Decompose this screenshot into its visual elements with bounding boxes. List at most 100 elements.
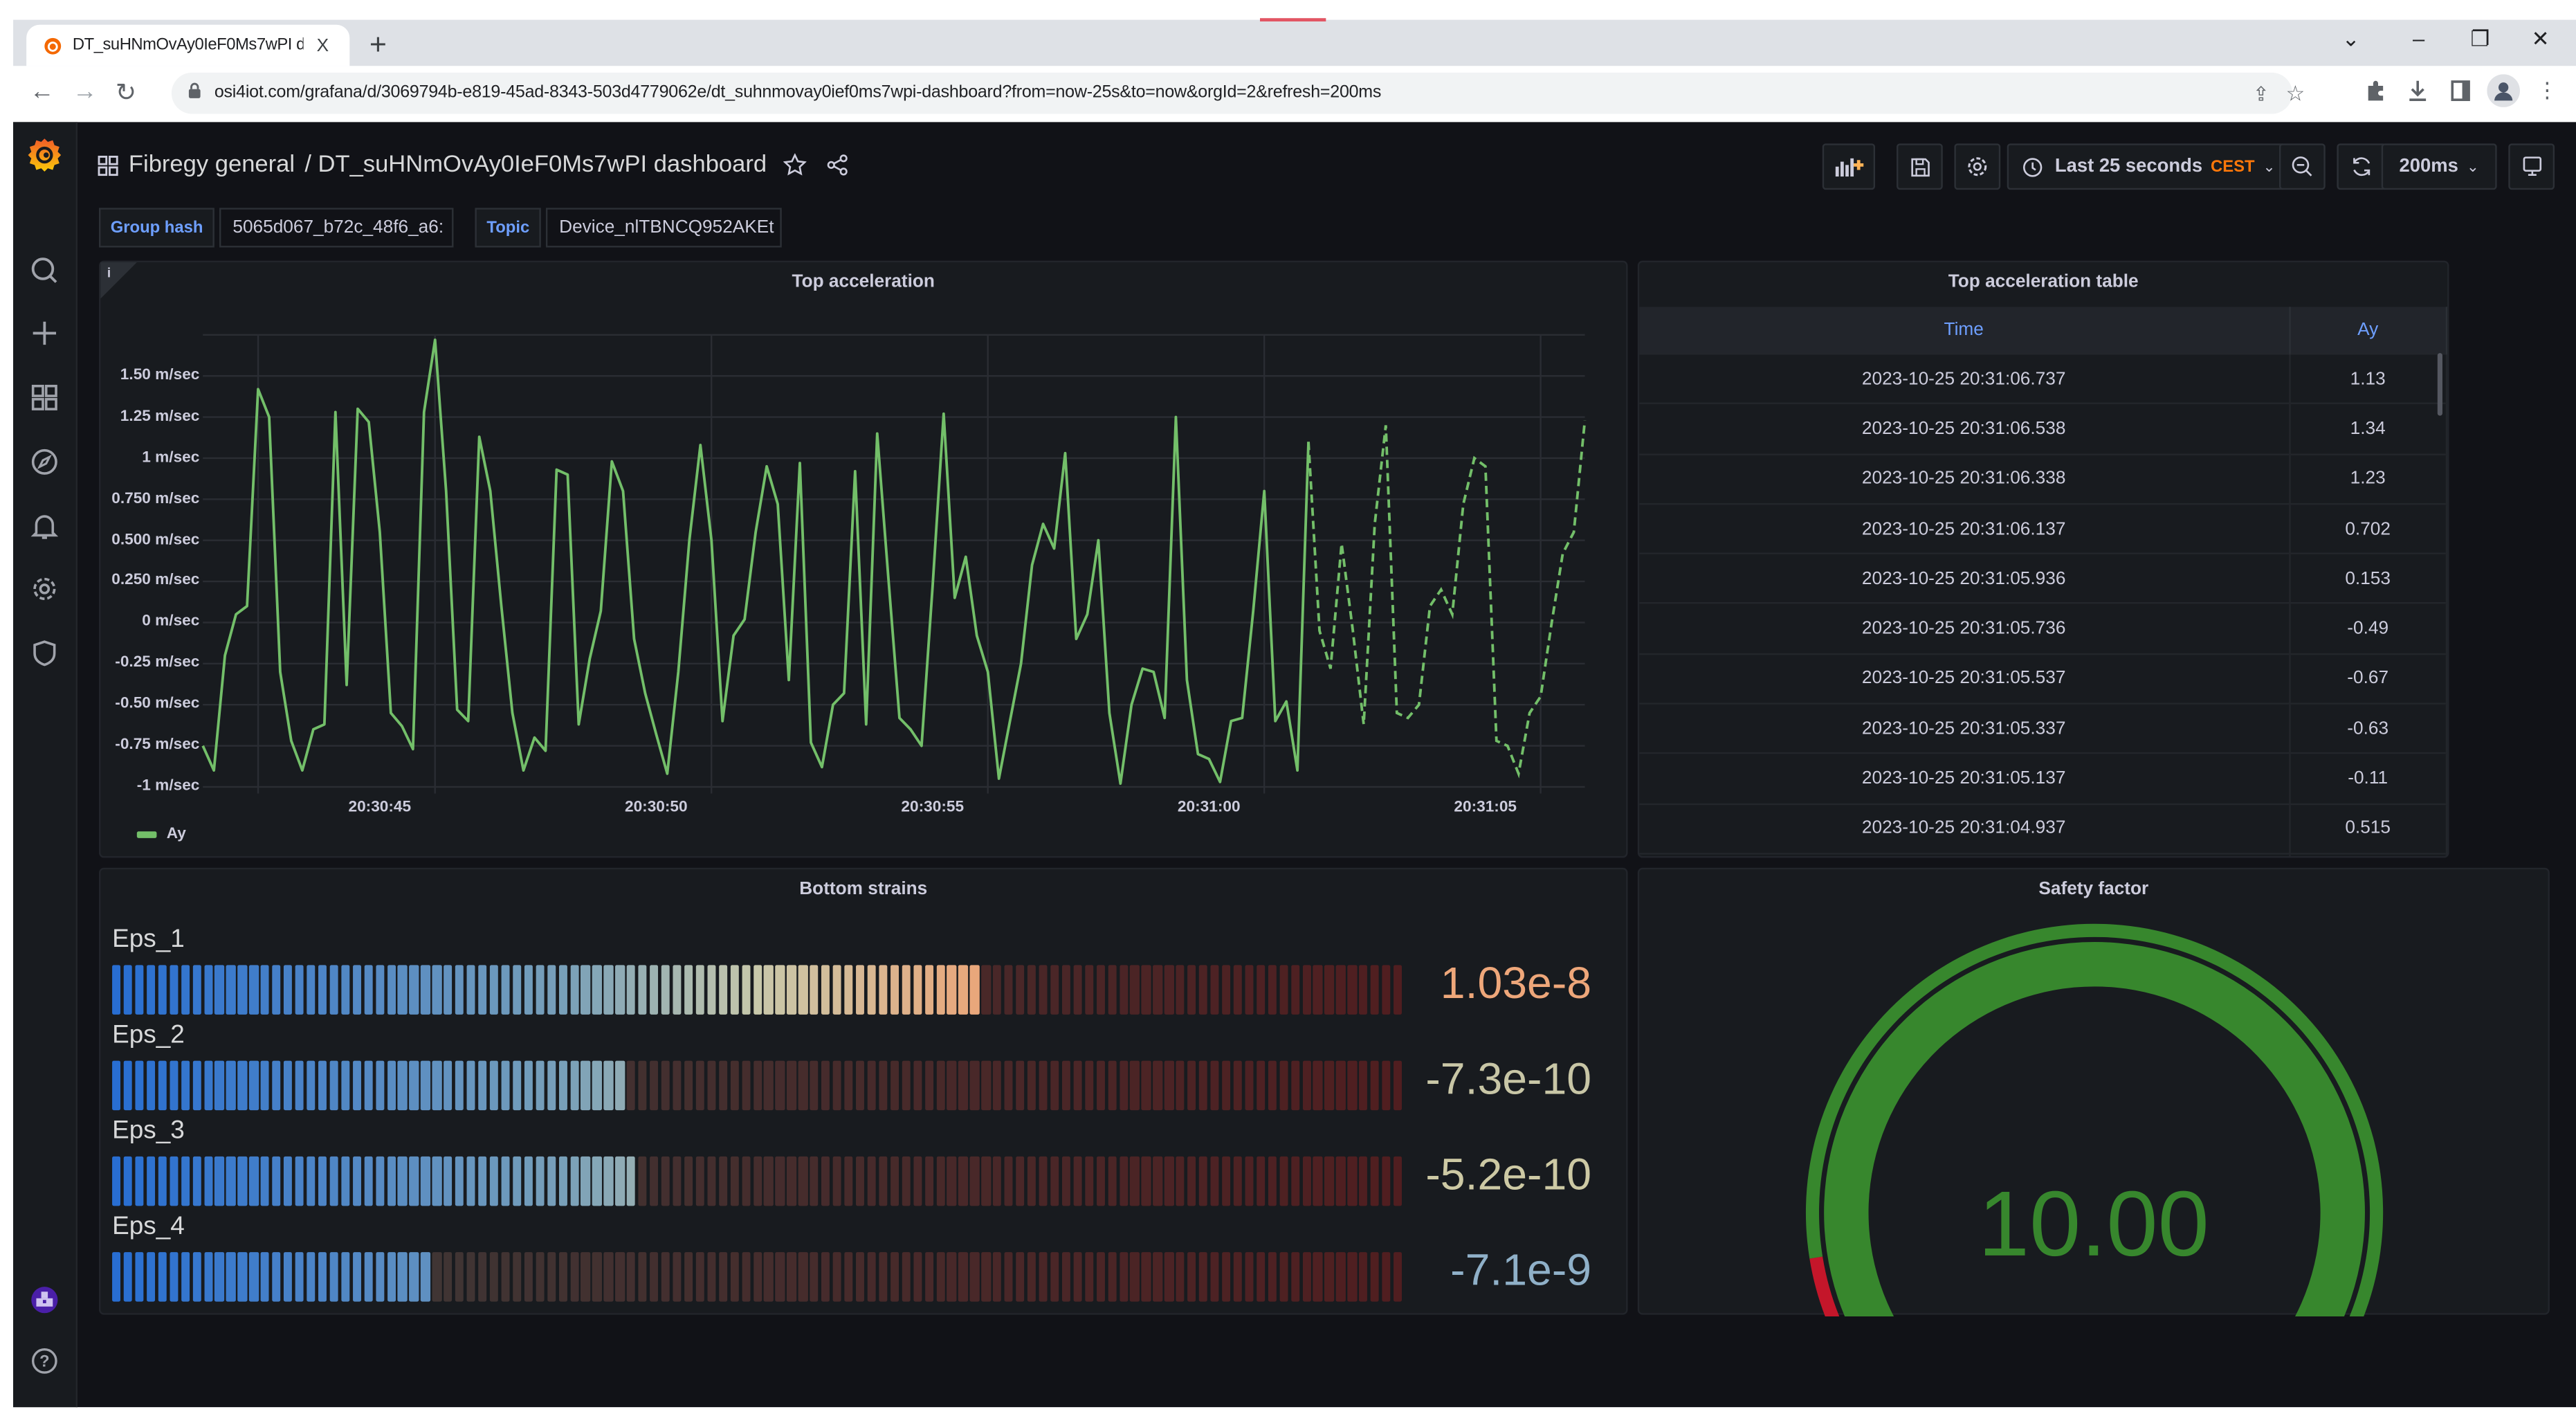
tab-search-icon[interactable]: ⌄: [2342, 26, 2360, 53]
bar-cell-unlit: [1210, 1156, 1220, 1206]
table-scrollbar[interactable]: [2437, 353, 2442, 416]
reload-icon[interactable]: ↻: [116, 78, 136, 107]
bar-gauge-label: Eps_1: [112, 925, 185, 954]
column-header-time[interactable]: Time: [1639, 307, 2290, 354]
bar-cell-unlit: [947, 1252, 956, 1302]
panel-title[interactable]: Bottom strains: [100, 879, 1626, 899]
close-window-button[interactable]: ✕: [2532, 26, 2550, 53]
bar-cell-lit: [421, 1060, 430, 1111]
cell-time: 2023-10-25 20:31:06.137: [1639, 502, 2290, 554]
profile-avatar-icon[interactable]: [2487, 74, 2520, 107]
configuration-gear-icon[interactable]: [30, 574, 60, 604]
bar-cell-lit: [512, 1156, 522, 1206]
extensions-puzzle-icon[interactable]: [2364, 79, 2386, 102]
favorite-star-icon[interactable]: [783, 153, 807, 176]
cell-time: 2023-10-25 20:31:05.137: [1639, 752, 2290, 804]
bar-cell-unlit: [604, 1252, 613, 1302]
minimize-button[interactable]: –: [2413, 26, 2424, 51]
refresh-dashboard-button[interactable]: [2337, 143, 2386, 190]
bar-cell-lit: [169, 1156, 179, 1206]
address-bar[interactable]: osi4iot.com/grafana/d/3069794b-e819-45ad…: [171, 72, 2305, 114]
side-panel-icon[interactable]: [2449, 79, 2472, 102]
add-panel-button[interactable]: [1822, 143, 1876, 190]
breadcrumb-folder[interactable]: Fibregy general: [129, 152, 295, 178]
refresh-interval-label: 200ms: [2399, 156, 2458, 177]
bar-cell-unlit: [787, 1252, 796, 1302]
bar-cell-unlit: [958, 1156, 968, 1206]
bar-cell-unlit: [673, 1156, 682, 1206]
bar-cell-unlit: [706, 1156, 716, 1206]
series-ay-line[interactable]: [201, 338, 1310, 786]
server-admin-shield-icon[interactable]: [30, 638, 60, 668]
bar-cell-unlit: [1096, 1156, 1105, 1206]
bar-cell-unlit: [844, 1252, 853, 1302]
help-icon[interactable]: ?: [30, 1346, 60, 1376]
bar-cell-lit: [237, 1060, 247, 1111]
table-row: 2023-10-25 20:31:05.337 -0.63: [1639, 703, 2448, 754]
grafana-app: ? Fibregy general / DT_suHNmOvAy0IeF0Ms7…: [13, 122, 2576, 1408]
bar-cell-lit: [307, 1060, 316, 1111]
bar-cell-lit: [935, 965, 945, 1015]
download-icon[interactable]: [2406, 79, 2429, 102]
bar-cell-lit: [318, 1060, 327, 1111]
share-icon[interactable]: ⇪: [2253, 82, 2269, 105]
share-dashboard-icon[interactable]: [826, 154, 849, 176]
bookmark-star-icon[interactable]: ☆: [2286, 81, 2305, 107]
dashboard-header: Fibregy general / DT_suHNmOvAy0IeF0Ms7wP…: [98, 145, 850, 185]
column-header-ay[interactable]: Ay: [2289, 307, 2448, 354]
browser-menu-icon[interactable]: ⋮: [2537, 78, 2558, 104]
bar-cell-unlit: [1130, 1060, 1140, 1111]
refresh-interval-picker[interactable]: 200ms ⌄: [2381, 143, 2497, 190]
grafana-logo-icon[interactable]: [28, 137, 62, 173]
zoom-out-time-button[interactable]: [2278, 143, 2326, 190]
dashboards-icon[interactable]: [30, 383, 60, 413]
timezone-label: CEST: [2211, 157, 2255, 176]
user-avatar-icon[interactable]: [30, 1285, 60, 1315]
bar-cell-unlit: [1290, 1060, 1299, 1111]
bar-cell-lit: [261, 1252, 270, 1302]
bar-cell-lit: [432, 1060, 441, 1111]
back-arrow-icon[interactable]: ←: [30, 78, 55, 106]
search-icon[interactable]: [30, 255, 60, 285]
dashboard-settings-button[interactable]: [1954, 143, 2001, 190]
variable-input-group-hash[interactable]: 5065d067_b72c_48f6_a6:: [219, 208, 454, 248]
add-panel-icon: [1835, 158, 1864, 177]
bar-cell-unlit: [661, 1156, 670, 1206]
tab-close-icon[interactable]: X: [317, 35, 329, 55]
variable-input-topic[interactable]: Device_nlTBNCQ952AKEt: [546, 208, 782, 248]
bar-cell-lit: [410, 1060, 419, 1111]
bar-cell-unlit: [673, 1060, 682, 1111]
bar-cell-lit: [146, 1060, 156, 1111]
cycle-view-mode-button[interactable]: [2508, 143, 2555, 190]
time-picker-button[interactable]: Last 25 seconds CEST ⌄: [2007, 143, 2286, 190]
restore-button[interactable]: ❐: [2470, 26, 2490, 53]
bar-cell-unlit: [935, 1252, 945, 1302]
save-dashboard-button[interactable]: [1897, 143, 1943, 190]
bar-cell-lit: [569, 1060, 579, 1111]
bar-cell-lit: [272, 965, 282, 1015]
bar-cell-lit: [581, 1156, 590, 1206]
forward-arrow-icon[interactable]: →: [73, 78, 98, 106]
bar-cell-unlit: [1222, 1252, 1231, 1302]
bar-cell-unlit: [1027, 1060, 1036, 1111]
alerting-bell-icon[interactable]: [30, 511, 60, 541]
bar-cell-unlit: [718, 1060, 728, 1111]
series-ay-line-dashed[interactable]: [1307, 420, 1587, 779]
acceleration-chart[interactable]: [100, 262, 1629, 860]
lock-icon[interactable]: [188, 82, 201, 99]
bar-cell-unlit: [1198, 1252, 1208, 1302]
bar-cell-unlit: [1039, 1060, 1048, 1111]
panel-title[interactable]: Top acceleration table: [1639, 272, 2447, 292]
dashboard-title[interactable]: DT_suHNmOvAy0IeF0Ms7wPI dashboard: [318, 152, 767, 178]
bar-cell-unlit: [466, 1252, 476, 1302]
browser-tab[interactable]: DT_suHNmOvAy0IeF0Ms7wPI dashboard X: [26, 24, 350, 66]
url-text[interactable]: osi4iot.com/grafana/d/3069794b-e819-45ad…: [214, 82, 1382, 102]
bar-cell-lit: [158, 965, 167, 1015]
new-tab-button[interactable]: +: [369, 28, 387, 63]
refresh-icon: [2353, 157, 2371, 176]
bar-cell-unlit: [832, 1252, 842, 1302]
plus-icon[interactable]: [30, 318, 60, 348]
bar-cell-unlit: [1119, 965, 1128, 1015]
explore-compass-icon[interactable]: [30, 447, 60, 477]
legend-item-ay[interactable]: Ay: [136, 825, 186, 843]
